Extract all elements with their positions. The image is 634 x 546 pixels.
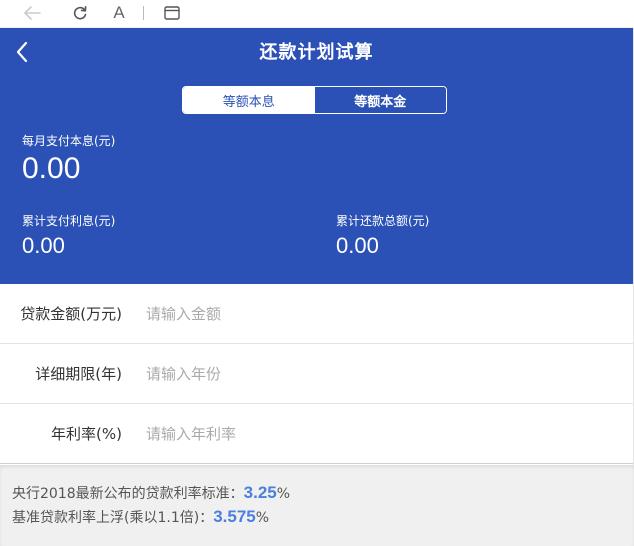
form-row-rate: 年利率(%) xyxy=(0,404,633,464)
total-repayment-label: 累计还款总额(元) xyxy=(336,214,430,228)
form-row-amount: 贷款金额(万元) xyxy=(0,284,633,344)
reload-icon[interactable] xyxy=(68,0,92,26)
loan-term-label: 详细期限(年) xyxy=(35,365,122,383)
tab-equal-installment[interactable]: 等额本息 xyxy=(183,87,315,113)
benchmark-rate-value: 3.25 xyxy=(243,483,277,502)
loan-amount-input[interactable] xyxy=(146,297,586,330)
tab-equal-principal[interactable]: 等额本金 xyxy=(314,87,446,113)
toolbar-divider xyxy=(143,6,144,20)
page-title: 还款计划试算 xyxy=(259,42,374,63)
monthly-payment-label: 每月支付本息(元) xyxy=(22,134,116,148)
floating-rate-value: 3.575 xyxy=(213,507,256,526)
monthly-payment-value: 0.00 xyxy=(22,152,81,185)
benchmark-rate-text: 央行2018最新公布的贷款利率标准： xyxy=(12,486,244,502)
font-size-icon[interactable]: A xyxy=(108,0,130,26)
annual-rate-input[interactable] xyxy=(146,417,586,450)
floating-rate-line: 基准贷款利率上浮(乘以1.1倍)：3.575% xyxy=(12,507,269,527)
total-interest-label: 累计支付利息(元) xyxy=(22,214,116,228)
loan-form: 贷款金额(万元) 详细期限(年) 年利率(%) xyxy=(0,284,633,464)
repayment-method-toggle: 等额本息 等额本金 xyxy=(182,86,447,114)
total-repayment-value: 0.00 xyxy=(336,233,379,258)
form-row-term: 详细期限(年) xyxy=(0,344,633,404)
benchmark-rate-unit: % xyxy=(276,486,291,502)
floating-rate-unit: % xyxy=(255,510,270,526)
loan-amount-label: 贷款金额(万元) xyxy=(20,305,122,323)
floating-rate-text: 基准贷款利率上浮(乘以1.1倍)： xyxy=(12,510,214,526)
window-icon[interactable] xyxy=(161,0,183,26)
back-arrow-icon[interactable] xyxy=(20,0,44,26)
loan-term-input[interactable] xyxy=(146,357,586,390)
annual-rate-label: 年利率(%) xyxy=(51,425,122,443)
total-interest-value: 0.00 xyxy=(22,233,65,258)
browser-toolbar: A xyxy=(0,0,634,28)
summary-header: 还款计划试算 等额本息 等额本金 每月支付本息(元) 0.00 累计支付利息(元… xyxy=(0,28,633,284)
benchmark-rate-line: 央行2018最新公布的贷款利率标准：3.25% xyxy=(12,483,290,503)
rate-notice: 央行2018最新公布的贷款利率标准：3.25% 基准贷款利率上浮(乘以1.1倍)… xyxy=(0,465,634,546)
